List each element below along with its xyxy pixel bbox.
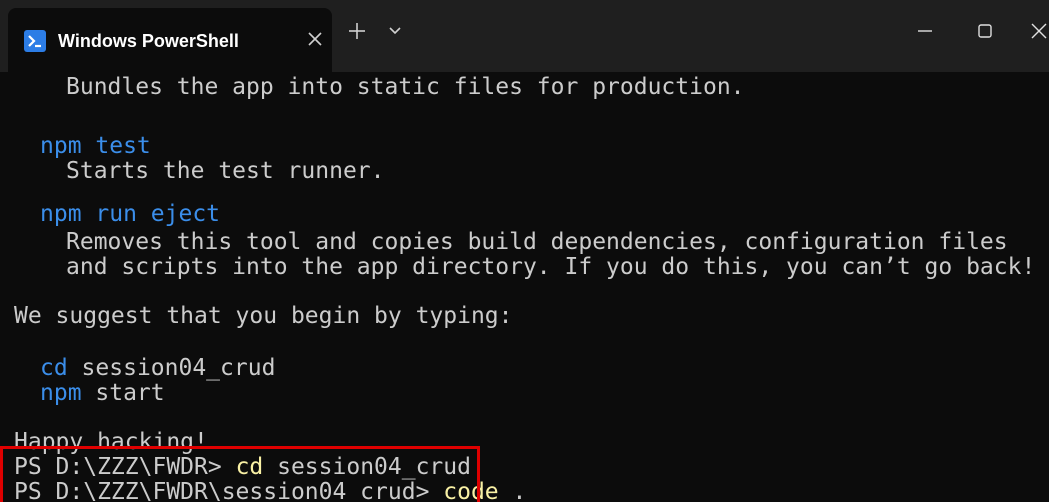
output-line: and scripts into the app directory. If y… <box>66 254 1036 280</box>
output-line: Bundles the app into static files for pr… <box>66 74 745 100</box>
command-keyword: cd <box>40 355 68 381</box>
command-argument: start <box>81 380 165 406</box>
tab-title: Windows PowerShell <box>58 31 239 51</box>
output-line: Starts the test runner. <box>66 158 385 184</box>
terminal-window: Windows PowerShell Bundles the app into … <box>0 0 1049 502</box>
minimize-icon[interactable] <box>910 16 940 46</box>
command-argument: session04_crud <box>67 355 276 381</box>
command-argument: . <box>498 479 527 502</box>
command-npm-test: npm test <box>40 133 151 159</box>
output-line: Removes this tool and copies build depen… <box>66 229 1008 255</box>
suggested-command-cd: cd session04_crud <box>40 354 275 382</box>
powershell-icon <box>24 30 46 52</box>
plus-icon[interactable] <box>344 18 370 44</box>
maximize-icon[interactable] <box>970 16 1000 46</box>
tab-windows-powershell[interactable]: Windows PowerShell <box>8 8 332 72</box>
close-icon[interactable] <box>1024 16 1049 46</box>
close-icon[interactable] <box>302 26 328 52</box>
command-npm-run-eject: npm run eject <box>40 201 221 227</box>
highlight-box <box>0 446 480 502</box>
suggested-command-npm-start: npm start <box>40 379 165 407</box>
terminal-output[interactable]: Bundles the app into static files for pr… <box>0 72 1049 502</box>
output-line: We suggest that you begin by typing: <box>14 303 513 329</box>
chevron-down-icon[interactable] <box>382 18 408 44</box>
command-keyword: npm <box>40 380 82 406</box>
title-bar[interactable]: Windows PowerShell <box>0 0 1049 72</box>
